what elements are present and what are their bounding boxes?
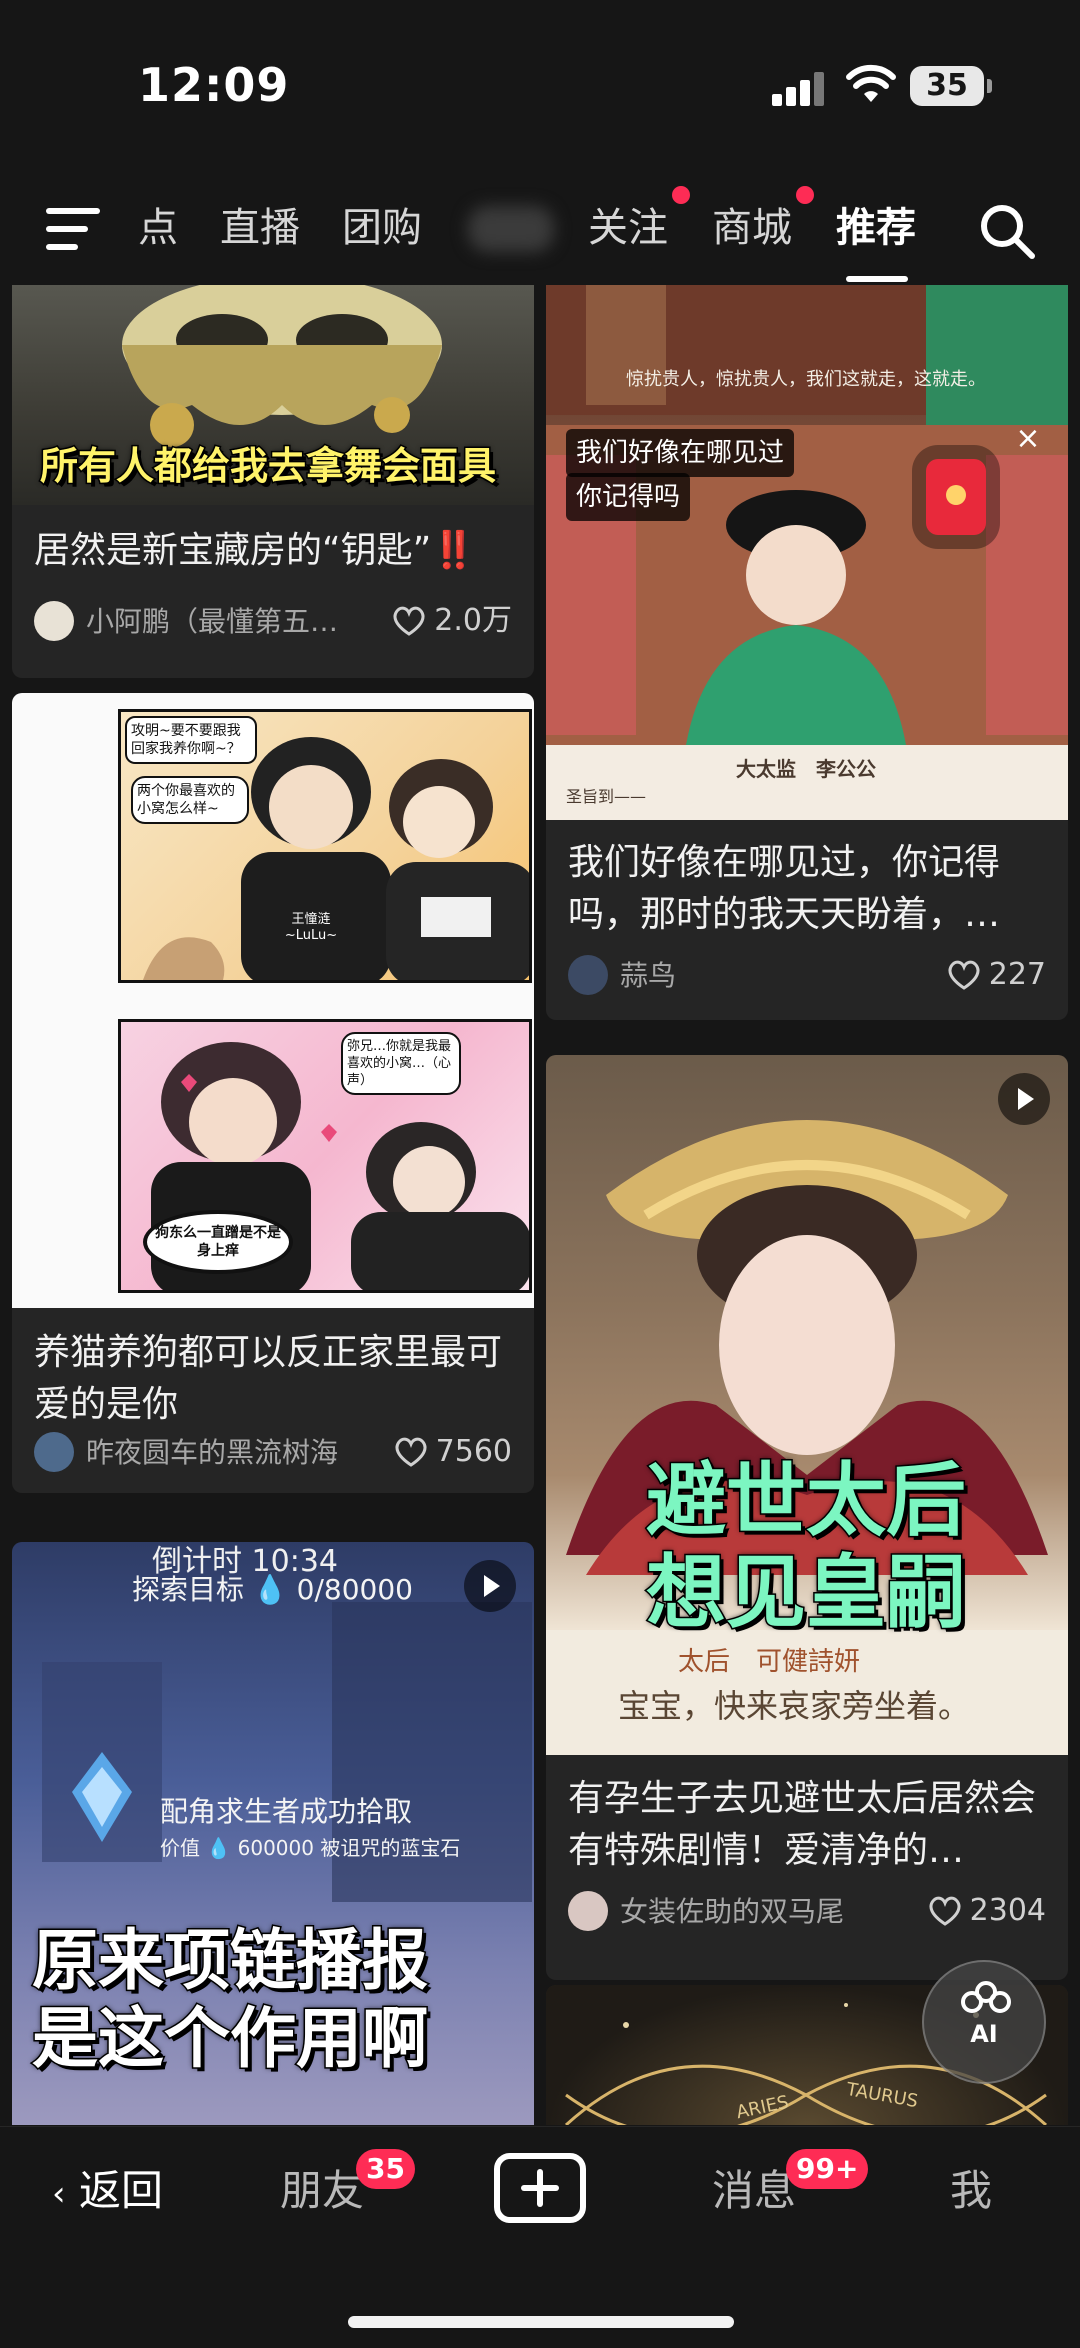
- heart-icon: [395, 1437, 427, 1467]
- avatar[interactable]: [568, 1891, 608, 1931]
- author-name[interactable]: 蒜鸟: [620, 957, 676, 995]
- bottom-nav: ‹ 返回 朋友 35 消息 99+ 我: [0, 2126, 1080, 2348]
- card-title: 有孕生子去见避世太后居然会有特殊剧情！爱清净的…: [568, 1778, 1037, 1871]
- dialog-speaker: 太后 可健詩妍: [678, 1647, 861, 1677]
- messages-badge: 99+: [786, 2149, 869, 2189]
- hud-message: 配角求生者成功拾取: [160, 1795, 413, 1828]
- card-overlay-text: 原来项链播报: [31, 1921, 430, 2001]
- hud-value: 价值 💧 600000 被诅咒的蓝宝石: [160, 1836, 461, 1860]
- signal-icon: [772, 72, 826, 106]
- like-count: 2304: [969, 1893, 1046, 1928]
- speech-bubble: 弥兄…你就是我最喜欢的小窝…（心声）: [341, 1032, 461, 1095]
- nav-friends[interactable]: 朋友: [280, 2161, 364, 2221]
- hud-goal: 探索目标 💧 0/80000: [132, 1573, 413, 1606]
- avatar[interactable]: [34, 601, 74, 641]
- shirt-text: 王憧涟 ~LuLu~: [284, 912, 338, 943]
- card-thumbnail: 攻明~要不要跟我回家我养你啊~？ 两个你最喜欢的小窝怎么样~ 王憧涟 ~LuLu…: [12, 693, 534, 1308]
- author-name[interactable]: 小阿鹏（最懂第五…: [86, 603, 338, 641]
- status-bar: 12:09 35: [0, 0, 1080, 170]
- menu-icon[interactable]: [46, 208, 100, 250]
- like-count: 2.0万: [434, 603, 512, 638]
- author-name[interactable]: 昨夜圆车的黑流树海: [86, 1434, 338, 1472]
- video-play-icon: [464, 1560, 516, 1612]
- card-title: 养猫养狗都可以反正家里最可爱的是你: [34, 1332, 503, 1425]
- ai-label: AI: [970, 2020, 998, 2048]
- nav-messages[interactable]: 消息: [712, 2161, 796, 2221]
- feed-card[interactable]: 倒计时 10:34 探索目标 💧 0/80000 配角求生者成功拾取 价值 💧 …: [12, 1542, 534, 2125]
- author-name[interactable]: 女装佐助的双马尾: [620, 1893, 844, 1931]
- scroll-text: 大太监 李公公: [736, 757, 876, 781]
- tab-following[interactable]: 关注: [588, 200, 668, 256]
- feed-card[interactable]: 惊扰贵人，惊扰贵人，我们这就走，这就走。 我们好像在哪见过 你记得吗 × 大太监…: [546, 285, 1068, 1020]
- tab-dian[interactable]: 点: [138, 200, 178, 256]
- battery-icon: 35: [910, 66, 992, 106]
- speech-bubble: 两个你最喜欢的小窝怎么样~: [131, 776, 249, 824]
- like-button[interactable]: 7560: [394, 1432, 512, 1472]
- avatar[interactable]: [568, 955, 608, 995]
- card-thumbnail: 所有人都给我去拿舞会面具: [12, 285, 534, 505]
- comic-panel: 弥兄…你就是我最喜欢的小窝…（心声） 狗东么一直蹭是不是身上痒: [118, 1019, 532, 1293]
- chevron-left-icon: ‹: [52, 2174, 66, 2214]
- speech-bubble: 攻明~要不要跟我回家我养你啊~？: [125, 716, 257, 764]
- card-overlay-text: 所有人都给我去拿舞会面具: [38, 443, 497, 490]
- status-time: 12:09: [138, 58, 290, 112]
- like-button[interactable]: 2304: [928, 1891, 1046, 1931]
- decree-text: 圣旨到——: [566, 787, 647, 806]
- card-thumbnail: 避世太后 想见皇嗣 太后 可健詩妍 宝宝，快来哀家旁坐着。: [546, 1055, 1068, 1755]
- like-button[interactable]: 2.0万: [392, 601, 512, 641]
- feed-grid: 所有人都给我去拿舞会面具 居然是新宝藏房的“钥匙”‼️ 小阿鹏（最懂第五… 2.…: [0, 285, 1080, 2125]
- back-button[interactable]: ‹ 返回: [52, 2161, 163, 2221]
- nav-me[interactable]: 我: [950, 2161, 992, 2221]
- avatar[interactable]: [34, 1432, 74, 1472]
- card-title: 居然是新宝藏房的“钥匙”‼️: [34, 530, 477, 571]
- card-meta: 女装佐助的双马尾 2304: [568, 1887, 1046, 1935]
- tab-live[interactable]: 直播: [220, 200, 300, 256]
- back-label: 返回: [78, 2166, 163, 2215]
- tab-mall[interactable]: 商城: [712, 200, 792, 256]
- flower-icon: [961, 1981, 1011, 2013]
- active-tab-indicator: [846, 276, 908, 282]
- chat-bubble: 我们好像在哪见过: [566, 429, 795, 477]
- following-dot-badge: [672, 186, 690, 204]
- card-meta: 昨夜圆车的黑流树海 7560: [34, 1428, 512, 1476]
- video-play-icon: [998, 1073, 1050, 1125]
- ai-assistant-button[interactable]: AI: [922, 1960, 1046, 2084]
- card-meta: 小阿鹏（最懂第五… 2.0万: [34, 597, 512, 645]
- card-overlay-text: 是这个作用啊: [31, 1999, 430, 2079]
- app-screen: 12:09 35 点 直播 团购 关注 商城 推荐 所有人都给我去拿舞会面具 居…: [0, 0, 1080, 2348]
- card-thumbnail: 惊扰贵人，惊扰贵人，我们这就走，这就走。 我们好像在哪见过 你记得吗 × 大太监…: [546, 285, 1068, 820]
- tab-group-buy[interactable]: 团购: [342, 200, 422, 256]
- dialog-text: 宝宝，快来哀家旁坐着。: [618, 1687, 971, 1725]
- speech-bubble: 狗东么一直蹭是不是身上痒: [143, 1210, 293, 1274]
- friends-badge: 35: [356, 2149, 415, 2189]
- home-indicator[interactable]: [348, 2316, 734, 2328]
- wifi-icon: [846, 64, 896, 102]
- tab-recommend[interactable]: 推荐: [836, 200, 916, 256]
- create-plus-button[interactable]: [494, 2153, 586, 2223]
- card-title: 我们好像在哪见过，你记得吗，那时的我天天盼着，…: [568, 842, 1001, 935]
- scene-subtitle: 惊扰贵人，惊扰贵人，我们这就走，这就走。: [626, 369, 986, 390]
- mall-dot-badge: [796, 186, 814, 204]
- feed-card[interactable]: 攻明~要不要跟我回家我养你啊~？ 两个你最喜欢的小窝怎么样~ 王憧涟 ~LuLu…: [12, 693, 534, 1493]
- like-button[interactable]: 227: [947, 955, 1046, 995]
- red-envelope-icon[interactable]: [926, 459, 986, 535]
- tab-blurred[interactable]: [468, 206, 554, 252]
- close-icon[interactable]: ×: [1010, 421, 1046, 457]
- feed-card[interactable]: 避世太后 想见皇嗣 太后 可健詩妍 宝宝，快来哀家旁坐着。 有孕生子去见避世太后…: [546, 1055, 1068, 1980]
- card-overlay-text: 想见皇嗣: [645, 1545, 968, 1640]
- like-count: 227: [988, 957, 1046, 992]
- top-tab-nav: 点 直播 团购 关注 商城 推荐: [0, 180, 1080, 282]
- comic-panel: 攻明~要不要跟我回家我养你啊~？ 两个你最喜欢的小窝怎么样~ 王憧涟 ~LuLu…: [118, 709, 532, 983]
- feed-card[interactable]: 所有人都给我去拿舞会面具 居然是新宝藏房的“钥匙”‼️ 小阿鹏（最懂第五… 2.…: [12, 285, 534, 678]
- search-icon[interactable]: [978, 202, 1036, 260]
- card-overlay-text: 避世太后: [645, 1453, 968, 1548]
- chat-bubble: 你记得吗: [566, 473, 691, 521]
- like-count: 7560: [435, 1434, 512, 1469]
- heart-icon: [948, 960, 980, 990]
- card-meta: 蒜鸟 227: [568, 951, 1046, 999]
- heart-icon: [929, 1896, 961, 1926]
- heart-icon: [393, 606, 425, 636]
- card-thumbnail: 倒计时 10:34 探索目标 💧 0/80000 配角求生者成功拾取 价值 💧 …: [12, 1542, 534, 2125]
